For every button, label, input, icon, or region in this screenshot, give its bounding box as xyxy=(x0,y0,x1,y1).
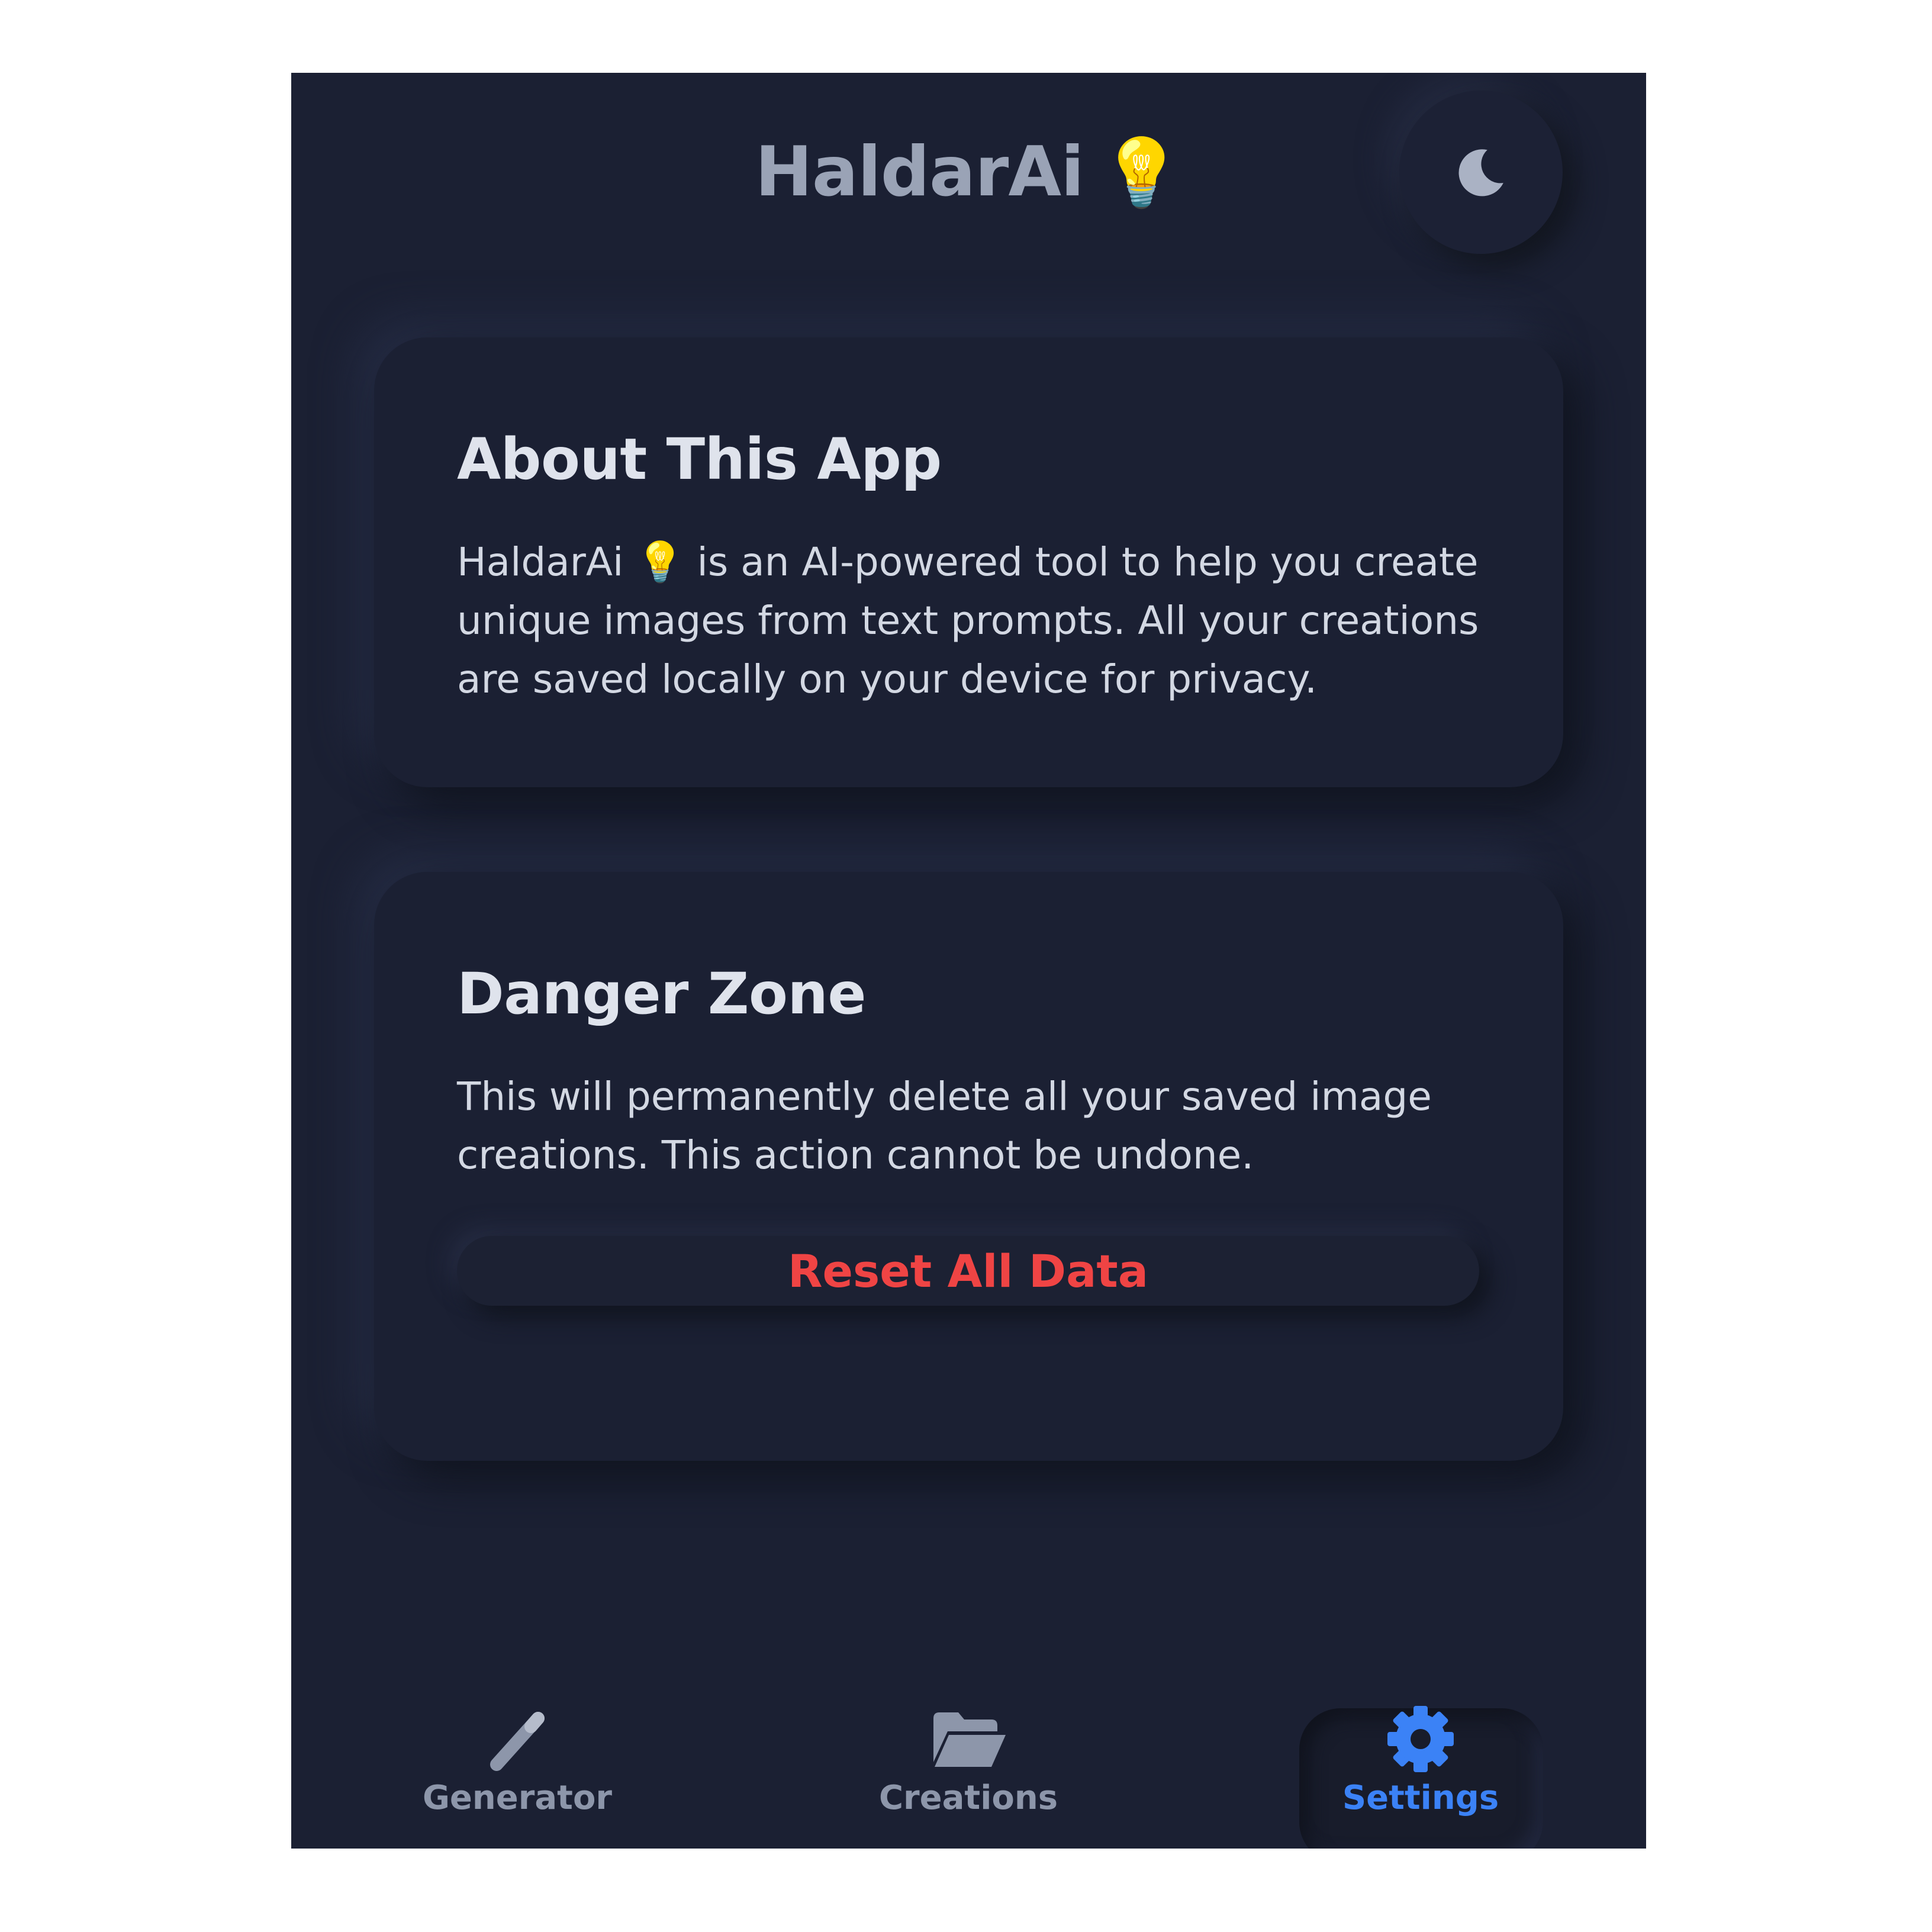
about-heading: About This App xyxy=(457,426,942,492)
reset-all-data-button[interactable]: Reset All Data xyxy=(457,1236,1479,1306)
folder-open-icon xyxy=(933,1712,1006,1767)
app-title-text: HaldarAi xyxy=(755,132,1084,212)
nav-item-creations[interactable]: Creations xyxy=(844,1701,1093,1817)
app-window: HaldarAi 💡 About This App HaldarAi 💡 is a… xyxy=(291,73,1646,1849)
theme-toggle-button[interactable] xyxy=(1399,91,1563,254)
nav-label-settings: Settings xyxy=(1342,1779,1499,1817)
nav-label-creations: Creations xyxy=(878,1779,1058,1817)
lightbulb-icon: 💡 xyxy=(1100,134,1183,211)
gear-icon xyxy=(1387,1706,1454,1772)
bottom-nav: Generator Creations Settings xyxy=(291,1612,1646,1849)
header: HaldarAi 💡 xyxy=(291,73,1646,274)
nav-item-settings[interactable]: Settings xyxy=(1296,1701,1545,1817)
moon-icon xyxy=(1458,149,1503,197)
danger-zone-heading: Danger Zone xyxy=(457,961,866,1027)
danger-zone-card: Danger Zone This will permanently delete… xyxy=(374,872,1563,1461)
about-description: HaldarAi 💡 is an AI-powered tool to help… xyxy=(457,539,1479,702)
magic-wand-icon xyxy=(490,1712,545,1771)
about-card: About This App HaldarAi 💡 is an AI-power… xyxy=(374,337,1563,787)
danger-zone-description: This will permanently delete all your sa… xyxy=(457,1074,1432,1178)
nav-item-generator[interactable]: Generator xyxy=(393,1701,642,1817)
nav-label-generator: Generator xyxy=(422,1779,613,1817)
